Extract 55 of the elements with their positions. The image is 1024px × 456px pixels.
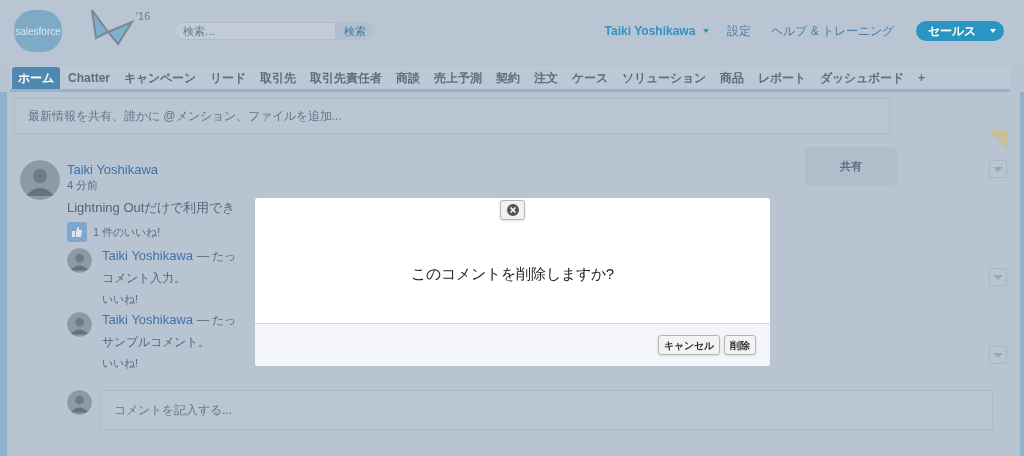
comment-time: — たっ [197, 312, 237, 328]
author-link[interactable]: Taiki Yoshikawa [102, 248, 194, 264]
like-icon[interactable] [67, 222, 87, 242]
caret-icon [990, 29, 996, 33]
nav-tab[interactable]: ソリューション [616, 67, 712, 89]
dialog-button[interactable]: 削除 [724, 335, 756, 355]
header-link[interactable]: ヘルプ & トレーニング [771, 22, 894, 40]
nav-tab[interactable]: 商品 [714, 67, 750, 89]
dialog-button[interactable]: キャンセル [658, 335, 720, 355]
nav-tab[interactable]: リード [204, 67, 252, 89]
comment-text: コメント入力。 [102, 270, 187, 286]
caret-icon [703, 29, 710, 33]
nav-tab[interactable]: レポート [752, 67, 812, 89]
nav-tab[interactable]: 商談 [390, 67, 426, 89]
nav-tab[interactable]: 注文 [528, 67, 564, 89]
nav-tab[interactable]: 売上予測 [428, 67, 488, 89]
user-menu[interactable]: Taiki Yoshikawa [604, 22, 710, 40]
like-count: 1 件のいいね! [93, 224, 161, 240]
avatar [67, 248, 92, 273]
search-button[interactable]: 検索 [336, 22, 375, 40]
salesforce-logo[interactable]: salesforce [14, 10, 62, 52]
like-link[interactable]: いいね! [102, 292, 237, 306]
nav-tab[interactable]: Chatter [62, 67, 116, 89]
dropdown-icon[interactable] [989, 268, 1007, 286]
nav-tab[interactable]: ダッシュボード [814, 67, 910, 89]
close-icon [506, 204, 519, 216]
close-button[interactable] [500, 200, 525, 220]
nav-tab[interactable]: + [912, 67, 932, 89]
author-link[interactable]: Taiki Yoshikawa [102, 312, 194, 328]
comment-field[interactable]: コメントを記入する... [100, 390, 993, 430]
dropdown-icon[interactable] [989, 160, 1007, 178]
nav-tab[interactable]: 取引先責任者 [304, 67, 388, 89]
avatar [67, 390, 92, 415]
comment-time: — たっ [197, 248, 237, 264]
nav-tab[interactable]: ケース [566, 67, 614, 89]
share-button[interactable]: 共有 [805, 147, 897, 185]
author-link[interactable]: Taiki Yoshikawa [67, 162, 159, 178]
nav-tab[interactable]: 契約 [490, 67, 526, 89]
post-time: 4 分前 [67, 178, 99, 192]
search-field[interactable]: 検索... [174, 22, 337, 40]
comment-text: サンプルコメント。 [102, 334, 211, 350]
avatar [20, 160, 60, 200]
nav-tab[interactable]: 取引先 [254, 67, 302, 89]
avatar [67, 312, 92, 337]
dropdown-icon[interactable] [989, 346, 1007, 364]
release-label: '16 [136, 9, 151, 24]
post-body: Lightning Outだけで利用でき [67, 200, 236, 216]
app-menu[interactable]: セールス [916, 21, 1004, 41]
nav-tab[interactable]: キャンペーン [118, 67, 202, 89]
bookmark-icon[interactable] [988, 130, 1008, 150]
publisher-field[interactable]: 最新情報を共有、誰かに @メンション、ファイルを追加... [14, 98, 890, 134]
like-link[interactable]: いいね! [102, 356, 237, 370]
nav-tab[interactable]: ホーム [12, 67, 60, 89]
header-link[interactable]: 設定 [727, 22, 752, 40]
dialog-message: このコメントを削除しますか? [410, 263, 615, 284]
